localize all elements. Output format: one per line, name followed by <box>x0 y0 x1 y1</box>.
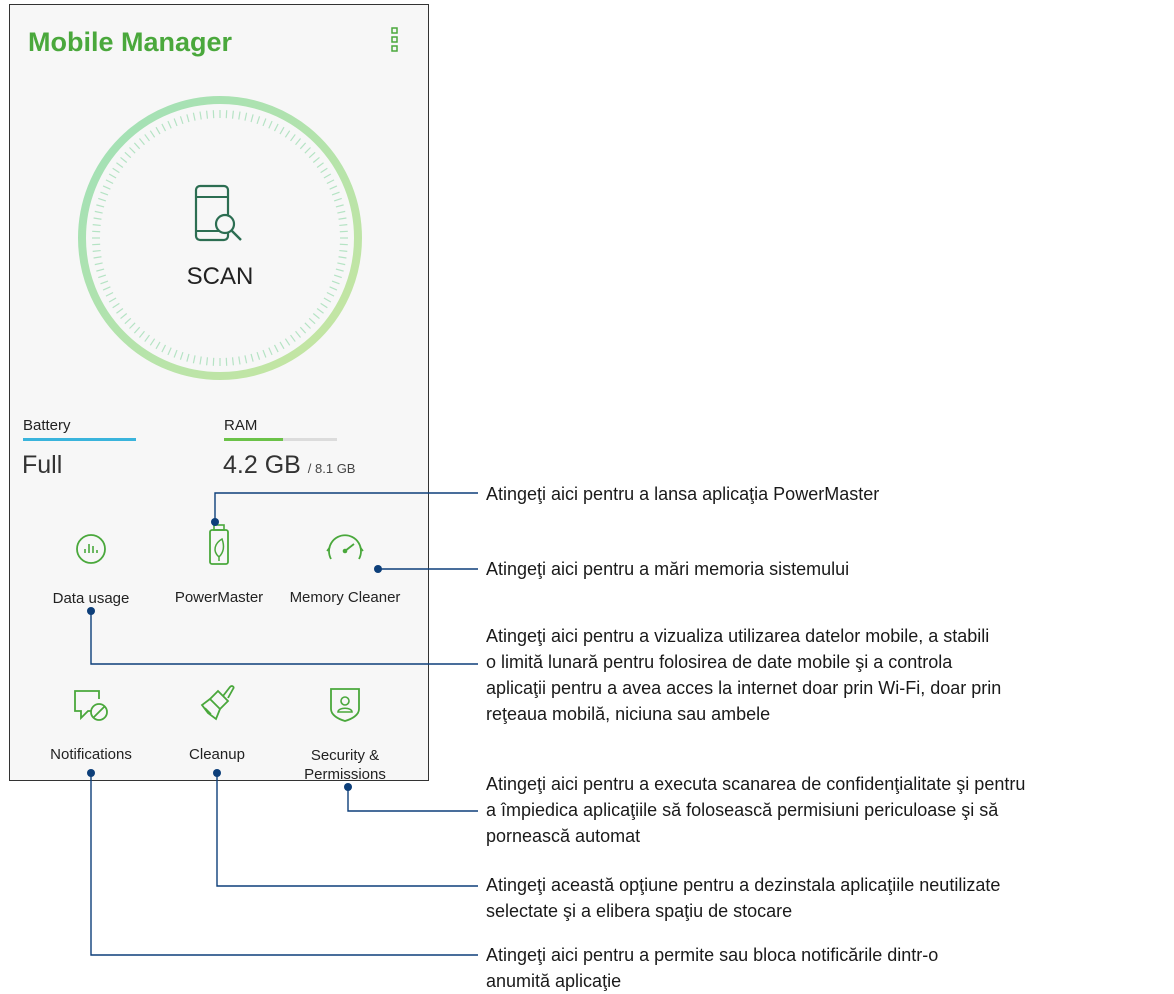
callout-notifications: Atingeţi aici pentru a permite sau bloca… <box>486 945 939 991</box>
callout-powermaster: Atingeţi aici pentru a lansa aplicaţia P… <box>486 484 880 504</box>
callout-data-usage: Atingeţi aici pentru a vizualiza utiliza… <box>486 626 1002 724</box>
callout-security: Atingeţi aici pentru a executa scanarea … <box>486 774 1026 846</box>
callout-cleanup: Atingeţi această opţiune pentru a dezins… <box>486 875 1001 921</box>
callout-memory: Atingeţi aici pentru a mări memoria sist… <box>486 559 850 579</box>
